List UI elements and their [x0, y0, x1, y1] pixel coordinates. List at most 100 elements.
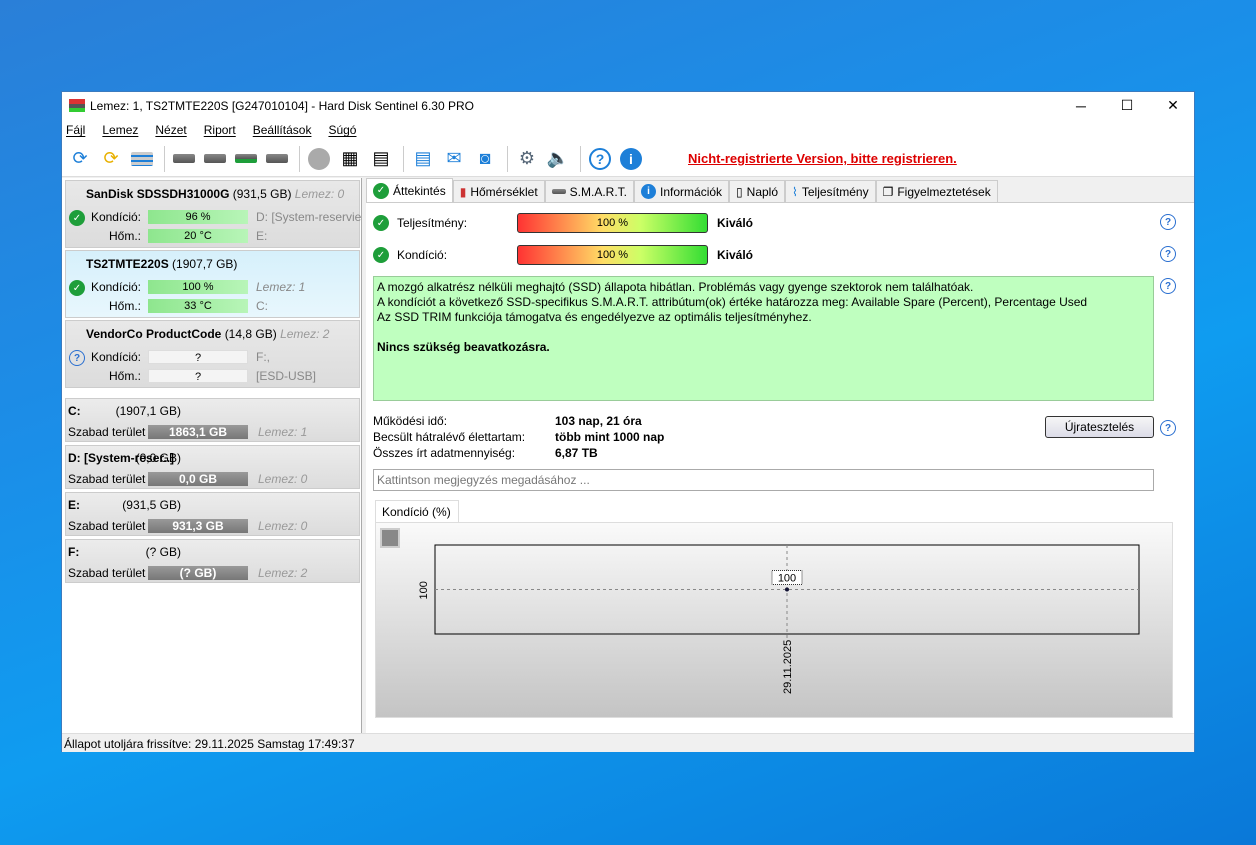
disk-partitions: [ESD-USB] [256, 369, 317, 383]
help-icon[interactable]: ? [1160, 420, 1176, 436]
disk-name: SanDisk SDSSDH31000G (931,5 GB) Lemez: 0 [86, 187, 344, 201]
email-icon[interactable]: ✉ [440, 145, 468, 173]
disk-list-icon[interactable] [128, 145, 156, 173]
menu-settings[interactable]: Beállítások [253, 123, 312, 137]
disk-index: Lemez: 2 [280, 327, 330, 341]
written-value: 6,87 TB [555, 446, 598, 460]
menu-view[interactable]: Nézet [155, 123, 186, 137]
disk-card[interactable]: SanDisk SDSSDH31000G (931,5 GB) Lemez: 0… [65, 180, 361, 248]
info-icon[interactable]: i [617, 145, 645, 173]
partition-card[interactable]: E: (931,5 GB) Szabad terület 931,3 GB Le… [65, 492, 360, 536]
tab-performance[interactable]: ⌇ Teljesítmény [785, 180, 876, 202]
gear-icon[interactable]: ⚙ [513, 145, 541, 173]
separator [164, 145, 165, 172]
title-bar: Lemez: 1, TS2TMTE220S [G247010104] - Har… [62, 92, 1194, 119]
disk-name: VendorCo ProductCode (14,8 GB) Lemez: 2 [86, 327, 329, 341]
menu-disk[interactable]: Lemez [102, 123, 138, 137]
chart-svg: 100 29.11.2025 100 [418, 544, 1140, 694]
help-icon[interactable]: ? [1160, 214, 1176, 230]
partition-size: (? GB) [145, 545, 181, 559]
tab-label: Teljesítmény [801, 184, 869, 199]
performance-gauge: 100 % [517, 213, 708, 233]
disk-partitions: D: [System-reservier [256, 210, 361, 224]
tab-information[interactable]: i Információk [634, 180, 730, 202]
disk-card-selected[interactable]: TS2TMTE220S (1907,7 GB) ✓ Kondíció: 100 … [65, 250, 360, 318]
performance-value: 100 % [596, 217, 629, 229]
separator [403, 145, 404, 172]
menu-file[interactable]: Fájl [66, 123, 85, 137]
disk-schedule-icon[interactable] [201, 145, 229, 173]
message-line: A mozgó alkatrész nélküli meghajtó (SSD)… [377, 280, 974, 294]
register-link[interactable]: Nicht-registrierte Version, bitte regist… [688, 151, 957, 166]
disk-search-icon[interactable] [263, 145, 291, 173]
tab-temperature[interactable]: ▮ Hőmérséklet [452, 180, 545, 202]
maximize-button[interactable]: ☐ [1104, 92, 1150, 119]
tab-overview[interactable]: ✓ Áttekintés [366, 178, 453, 202]
tab-label: Napló [746, 184, 779, 199]
disk-size: (14,8 GB) [224, 327, 277, 341]
temp-bar: ? [148, 369, 248, 383]
chart-icon: ⌇ [792, 184, 798, 199]
tab-alerts[interactable]: ❐ Figyelmeztetések [875, 180, 998, 202]
remaining-value: több mint 1000 nap [555, 430, 665, 444]
documents-icon: ❐ [882, 184, 894, 199]
performance-rating: Kiváló [717, 216, 754, 230]
condition-gauge: 100 % [517, 245, 708, 265]
partition-disk: Lemez: 2 [258, 566, 308, 580]
disk-card[interactable]: VendorCo ProductCode (14,8 GB) Lemez: 2 … [65, 320, 360, 388]
help-icon[interactable]: ? [586, 145, 614, 173]
sound-icon[interactable]: 🔈 [544, 145, 572, 173]
retest-button[interactable]: Újratesztelés [1045, 416, 1154, 438]
partition-card[interactable]: D: [System-reser..] (0,0 GB) Szabad terü… [65, 445, 360, 489]
free-space-bar: (? GB) [148, 566, 248, 580]
separator [507, 145, 508, 172]
tab-label: Információk [660, 184, 723, 199]
report-icon[interactable]: ▤ [409, 145, 437, 173]
free-space-bar: 931,3 GB [148, 519, 248, 533]
partition-card[interactable]: F: (? GB) Szabad terület (? GB) Lemez: 2 [65, 539, 360, 583]
usb-icon[interactable]: ▤ [367, 145, 395, 173]
minimize-button[interactable]: ─ [1058, 92, 1104, 119]
disk-panel: SanDisk SDSSDH31000G (931,5 GB) Lemez: 0… [62, 178, 362, 733]
document-icon: ▯ [736, 184, 743, 199]
refresh-warning-icon[interactable]: ⟳ [97, 145, 125, 173]
condition-label: Kondíció: [90, 210, 141, 224]
disk-power-icon[interactable] [170, 145, 198, 173]
help-icon[interactable]: ? [1160, 246, 1176, 262]
chart-tab-condition[interactable]: Kondíció (%) [375, 500, 459, 522]
network-icon[interactable]: ◙ [471, 145, 499, 173]
free-space-label: Szabad terület [68, 519, 146, 533]
tab-smart[interactable]: S.M.A.R.T. [544, 180, 635, 202]
refresh-icon[interactable]: ⟳ [66, 145, 94, 173]
close-button[interactable]: ✕ [1150, 92, 1196, 119]
condition-value: 100 % [596, 249, 629, 261]
free-space-label: Szabad terület [68, 566, 146, 580]
menu-help[interactable]: Súgó [328, 123, 356, 137]
disk-size: (1907,7 GB) [172, 257, 238, 271]
free-space-value: 0,0 GB [178, 472, 217, 486]
disk-partitions: F:, [256, 350, 270, 364]
menu-report[interactable]: Riport [204, 123, 236, 137]
message-line: Az SSD TRIM funkciója támogatva és enged… [377, 310, 812, 324]
condition-bar: ? [148, 350, 248, 364]
backup-icon[interactable]: ▦ [336, 145, 364, 173]
temp-bar: 20 °C [148, 229, 248, 243]
partition-card[interactable]: C: (1907,1 GB) Szabad terület 1863,1 GB … [65, 398, 360, 442]
partition-size: (0,0 GB) [135, 451, 181, 465]
temp-label: Hőm.: [108, 299, 141, 313]
partition-disk: Lemez: 0 [258, 519, 308, 533]
note-input[interactable]: Kattintson megjegyzés megadásához ... [373, 469, 1154, 491]
disk-check-icon[interactable] [232, 145, 260, 173]
app-icon [69, 99, 85, 112]
check-icon: ✓ [373, 215, 389, 231]
condition-rating: Kiváló [717, 248, 754, 262]
tab-log[interactable]: ▯ Napló [729, 180, 786, 202]
free-space-value: (? GB) [179, 566, 217, 580]
uptime-label: Működési idő: [373, 414, 448, 428]
condition-chart: 100 29.11.2025 100 [375, 522, 1173, 718]
uptime-value: 103 nap, 21 óra [555, 414, 642, 428]
help-icon[interactable]: ? [1160, 278, 1176, 294]
tab-label: Áttekintés [393, 183, 446, 198]
partition-size: (1907,1 GB) [115, 404, 181, 418]
surface-test-icon[interactable] [305, 145, 333, 173]
